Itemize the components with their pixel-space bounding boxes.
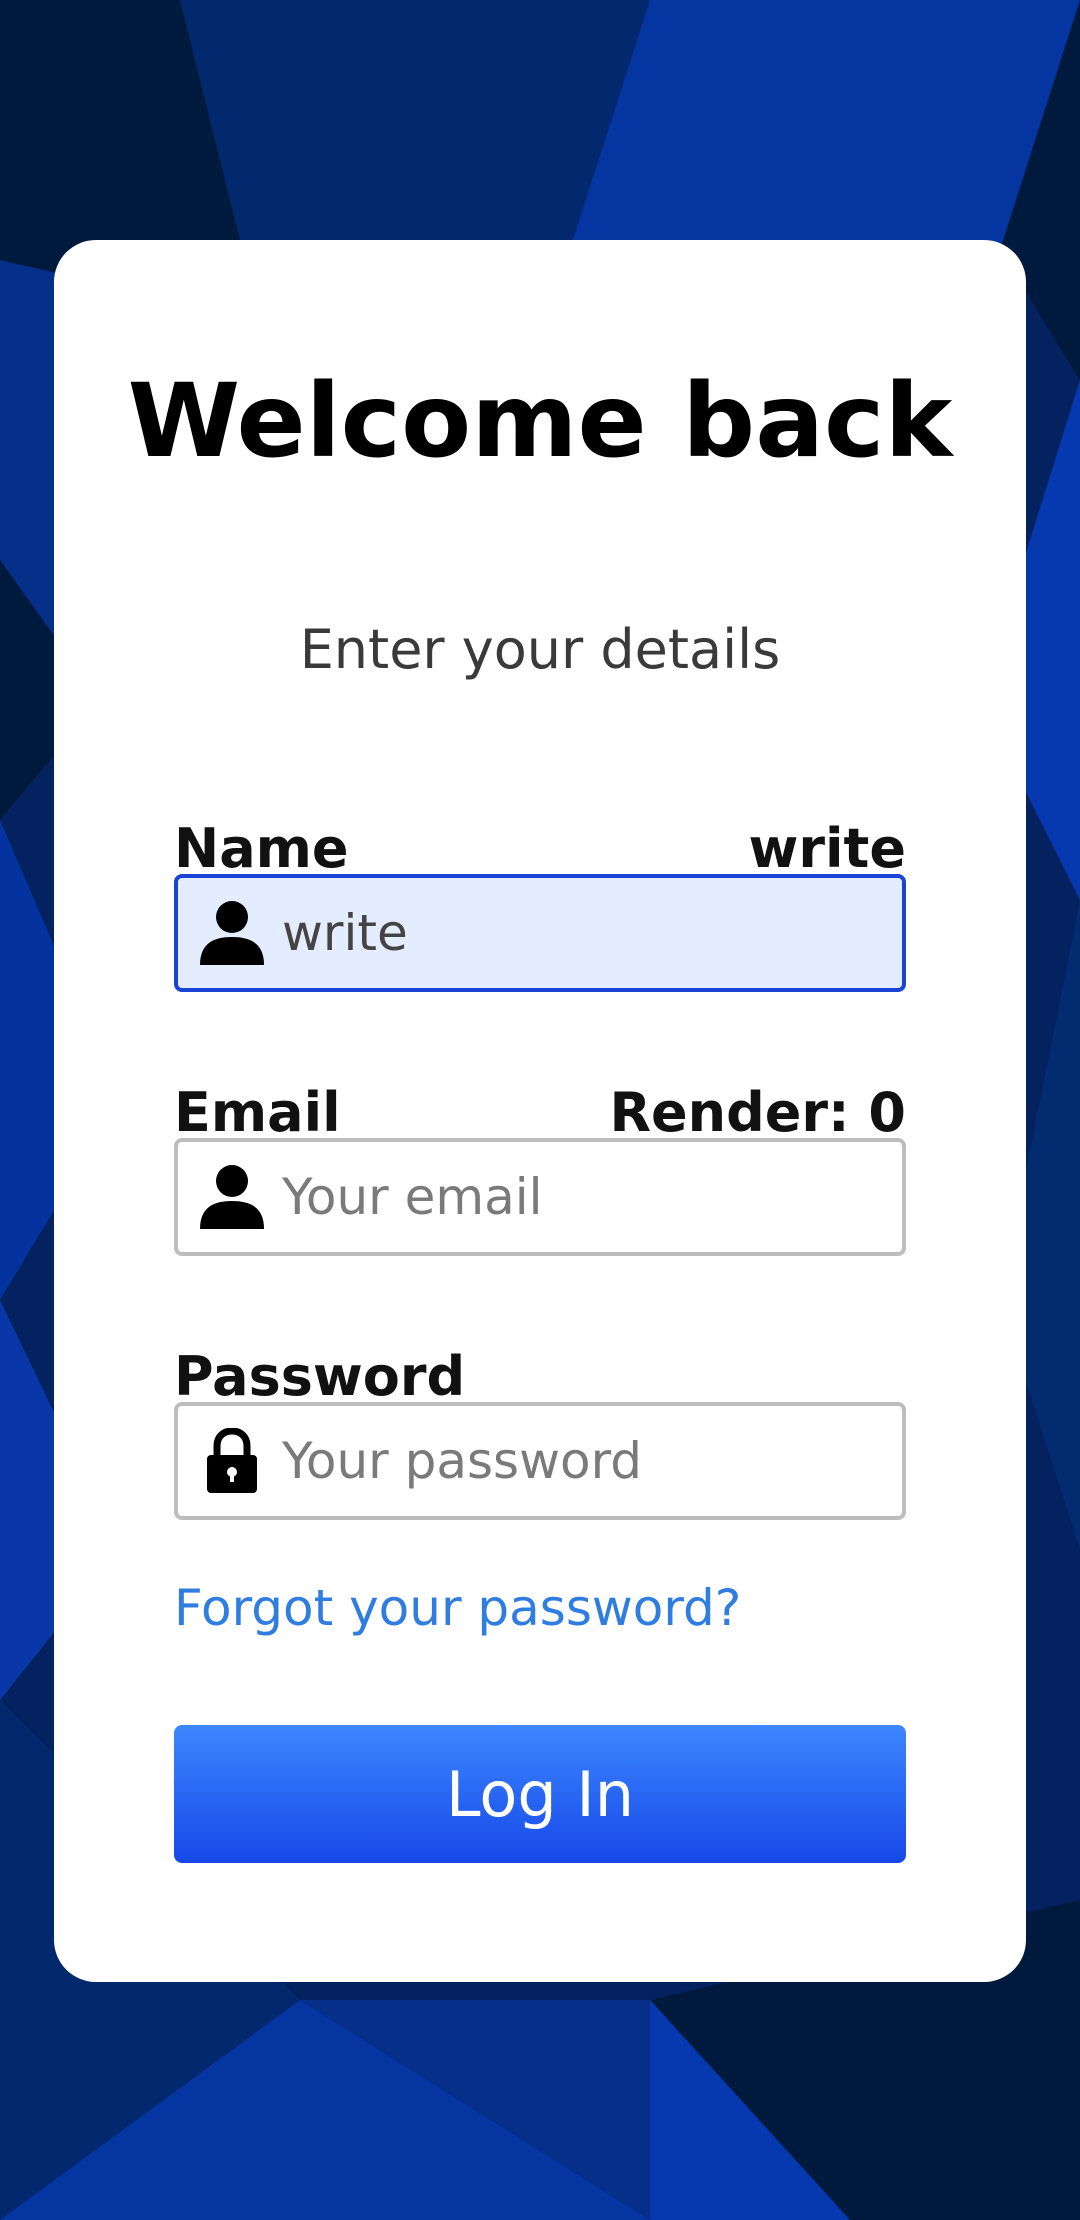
name-row: Name write	[174, 816, 906, 880]
forgot-password-link[interactable]: Forgot your password?	[174, 1578, 741, 1638]
page-subtitle: Enter your details	[299, 618, 781, 681]
name-label: Name	[174, 816, 349, 880]
user-icon	[196, 897, 268, 969]
email-label: Email	[174, 1080, 341, 1144]
name-input[interactable]	[282, 878, 905, 988]
login-button[interactable]: Log In	[174, 1725, 906, 1863]
password-field[interactable]	[174, 1402, 906, 1520]
password-row: Password	[174, 1344, 906, 1408]
name-status: write	[748, 816, 906, 880]
user-icon	[196, 1161, 268, 1233]
password-input[interactable]	[282, 1406, 905, 1516]
login-card: Welcome back Enter your details Name wri…	[54, 240, 1026, 1982]
email-row: Email Render: 0	[174, 1080, 906, 1144]
email-input[interactable]	[282, 1142, 905, 1252]
page-title: Welcome back	[127, 362, 953, 481]
lock-icon	[196, 1425, 268, 1497]
render-counter: Render: 0	[609, 1080, 906, 1144]
email-field[interactable]	[174, 1138, 906, 1256]
name-field[interactable]	[174, 874, 906, 992]
password-label: Password	[174, 1344, 466, 1408]
